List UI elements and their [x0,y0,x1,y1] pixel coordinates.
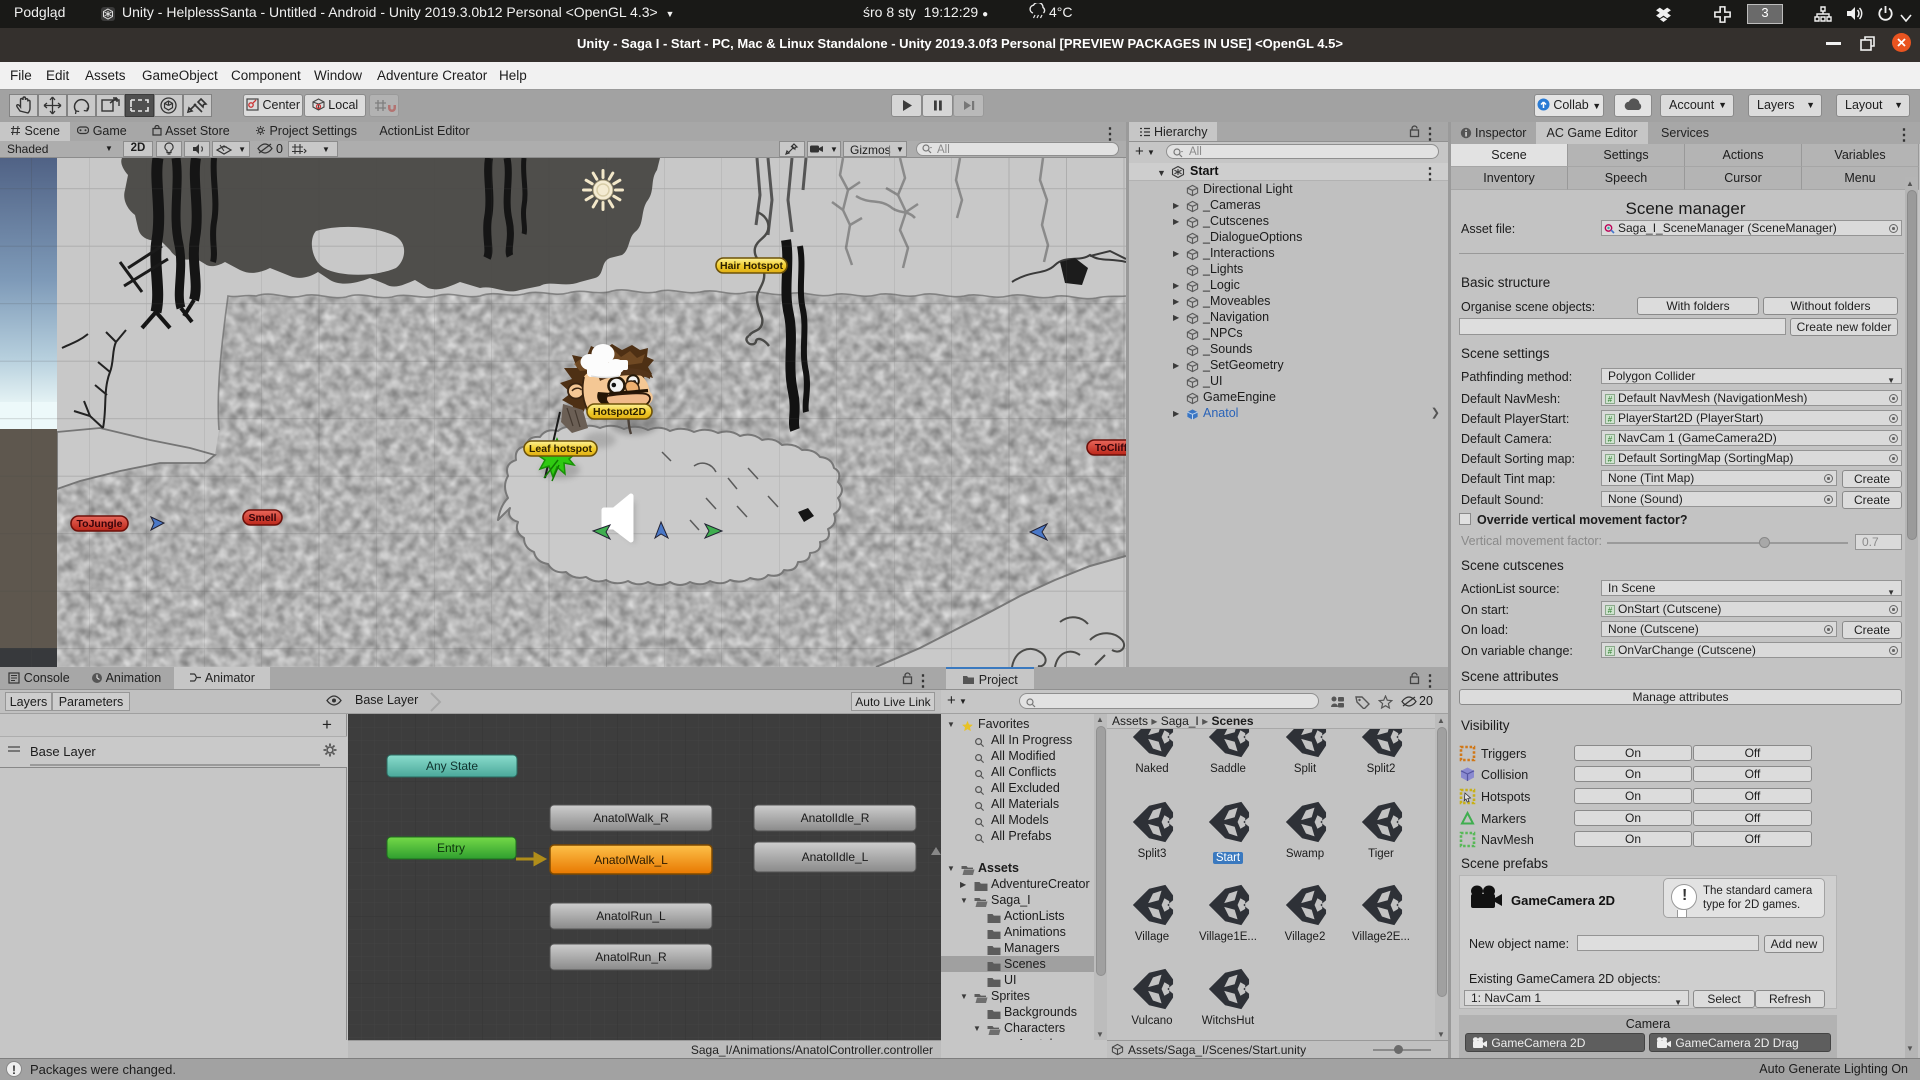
svg-text:Entry: Entry [437,841,465,855]
svg-text:AnatolRun_R: AnatolRun_R [595,950,667,964]
svg-text:Leaf hotspot: Leaf hotspot [529,443,592,455]
svg-text:AnatolIdle_R: AnatolIdle_R [801,811,870,825]
svg-text:ToJungle: ToJungle [77,518,123,530]
svg-text:ToCliff: ToCliff [1095,442,1126,454]
svg-text:AnatolWalk_L: AnatolWalk_L [594,853,668,867]
svg-text:AnatolWalk_R: AnatolWalk_R [593,811,669,825]
svg-text:Smell: Smell [248,512,276,524]
svg-text:Hotspot2D: Hotspot2D [593,406,646,418]
svg-text:AnatolIdle_L: AnatolIdle_L [802,850,869,864]
svg-text:Any State: Any State [426,759,478,773]
svg-text:Hair Hotspot: Hair Hotspot [720,260,784,272]
svg-text:AnatolRun_L: AnatolRun_L [596,909,666,923]
